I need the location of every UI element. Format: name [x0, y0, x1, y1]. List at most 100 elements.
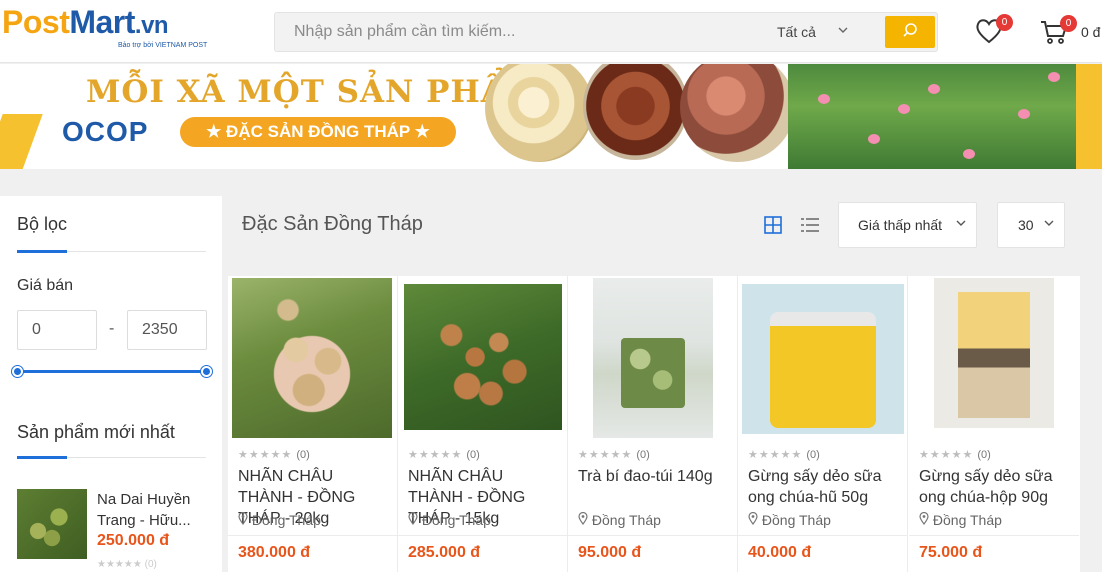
banner-title: MỖI XÃ MỘT SẢN PHẨM	[86, 74, 542, 110]
divider	[17, 456, 206, 459]
product-card[interactable]: ★★★★★ (0) Gừng sấy dẻo sữa ong chúa-hũ 50…	[738, 276, 908, 572]
grid-view-icon	[764, 216, 782, 238]
sort-value: Giá thấp nhất	[858, 217, 943, 233]
review-count: (0)	[296, 449, 310, 461]
cart-button[interactable]: 0	[1040, 15, 1077, 50]
ocop-text: OCOP	[62, 116, 149, 147]
chevron-down-icon	[837, 13, 849, 51]
logo-text: PostMart.vn	[2, 4, 227, 44]
logo-vn: .vn	[134, 12, 169, 39]
banner-decoration	[0, 114, 43, 169]
divider	[568, 535, 738, 536]
header: PostMart.vn Bảo trợ bởi VIETNAM POST Tất…	[0, 0, 1102, 63]
location-pin-icon	[919, 511, 929, 528]
banner-food-image	[680, 64, 795, 162]
wishlist-button[interactable]: 0	[975, 14, 1013, 48]
divider	[909, 535, 1079, 536]
product-location: Đồng Tháp	[238, 511, 321, 528]
search-bar: Tất cả	[274, 12, 938, 52]
banner-lotus-image	[788, 64, 1078, 169]
search-icon	[902, 22, 918, 43]
product-location: Đồng Tháp	[578, 511, 661, 528]
postmart-logo[interactable]: PostMart.vn Bảo trợ bởi VIETNAM POST	[2, 4, 227, 52]
stars-icon: ★★★★★	[578, 449, 633, 461]
newest-product-item[interactable]: Na Dai Huyền Trang - Hữu... 250.000 đ ★★…	[17, 489, 207, 570]
page-size-select[interactable]: 30	[997, 202, 1065, 248]
rating-stars: ★★★★★ (0)	[919, 448, 991, 461]
product-price: 40.000 đ	[748, 544, 812, 561]
location-text: Đồng Tháp	[761, 512, 831, 528]
banner-food-image	[583, 64, 688, 160]
product-name[interactable]: Gừng sấy dẻo sữa ong chúa-hộp 90g	[919, 466, 1071, 508]
banner-decoration	[1076, 64, 1102, 169]
sort-select[interactable]: Giá thấp nhất	[838, 202, 977, 248]
stars-icon: ★★★★★	[748, 449, 803, 461]
divider	[228, 535, 398, 536]
rating-stars: ★★★★★ (0)	[97, 559, 157, 570]
product-name[interactable]: Gừng sấy dẻo sữa ong chúa-hũ 50g	[748, 466, 900, 508]
search-button[interactable]	[885, 16, 935, 48]
promo-banner[interactable]: MỖI XÃ MỘT SẢN PHẨM OCOP ★ ĐẶC SẢN ĐỒNG …	[0, 64, 1102, 169]
product-image[interactable]	[742, 284, 904, 434]
category-title: Đặc Sản Đồng Tháp	[242, 213, 423, 235]
location-text: Đồng Tháp	[932, 512, 1002, 528]
search-category-label: Tất cả	[777, 24, 816, 40]
slider-handle-min[interactable]	[12, 366, 23, 377]
stars-icon: ★★★★★	[238, 449, 293, 461]
list-view-icon	[800, 218, 820, 238]
logo-mart: Mart	[69, 4, 135, 40]
location-pin-icon	[748, 511, 758, 528]
rating-stars: ★★★★★ (0)	[748, 448, 820, 461]
review-count: (0)	[636, 449, 650, 461]
stars-icon: ★★★★★	[97, 559, 142, 570]
price-max-input[interactable]: 2350	[127, 310, 207, 350]
heart-icon	[975, 19, 1003, 48]
search-input[interactable]	[275, 13, 755, 51]
stars-icon: ★★★★★	[919, 449, 974, 461]
price-separator: -	[109, 320, 115, 337]
divider	[398, 535, 568, 536]
product-location: Đồng Tháp	[919, 511, 1002, 528]
price-min-input[interactable]: 0	[17, 310, 97, 350]
product-name[interactable]: Trà bí đao-túi 140g	[578, 466, 730, 487]
price-slider[interactable]	[12, 366, 212, 377]
page-size-value: 30	[1018, 217, 1034, 233]
newest-products-title: Sản phẩm mới nhất	[17, 422, 175, 442]
chevron-down-icon	[955, 203, 967, 247]
slider-handle-max[interactable]	[201, 366, 212, 377]
product-card[interactable]: ★★★★★ (0) NHÃN CHÂU THÀNH - ĐỒNG THÁP - 1…	[398, 276, 568, 572]
cart-total: 0 đ	[1081, 24, 1101, 40]
product-image[interactable]	[934, 278, 1054, 428]
filter-sidebar: Bộ lọc Giá bán 0 - 2350 Sản phẩm mới nhấ…	[0, 196, 222, 572]
banner-food-image	[485, 64, 593, 162]
product-image[interactable]	[232, 278, 392, 438]
cart-icon	[1040, 21, 1068, 50]
list-view-button[interactable]	[800, 216, 820, 234]
logo-subtitle: Bảo trợ bởi VIETNAM POST	[118, 42, 208, 49]
location-pin-icon	[408, 511, 418, 528]
filter-title: Bộ lọc	[17, 214, 68, 234]
search-category-select[interactable]: Tất cả	[777, 13, 877, 51]
newest-product-name[interactable]: Na Dai Huyền Trang - Hữu...	[97, 489, 205, 531]
stars-icon: ★★★★★	[408, 449, 463, 461]
product-grid: ★★★★★ (0) NHÃN CHÂU THÀNH - ĐỒNG THÁP - 2…	[228, 276, 1080, 572]
location-pin-icon	[238, 511, 248, 528]
location-text: Đồng Tháp	[421, 512, 491, 528]
product-image[interactable]	[593, 278, 713, 438]
product-location: Đồng Tháp	[408, 511, 491, 528]
chevron-down-icon	[1043, 203, 1055, 247]
product-card[interactable]: ★★★★★ (0) Gừng sấy dẻo sữa ong chúa-hộp 9…	[909, 276, 1079, 572]
logo-post: Post	[2, 4, 70, 40]
divider	[17, 250, 206, 253]
product-card[interactable]: ★★★★★ (0) Trà bí đao-túi 140g Đồng Tháp 9…	[568, 276, 738, 572]
product-card[interactable]: ★★★★★ (0) NHÃN CHÂU THÀNH - ĐỒNG THÁP - 2…	[228, 276, 398, 572]
product-location: Đồng Tháp	[748, 511, 831, 528]
product-price: 95.000 đ	[578, 544, 642, 561]
product-price: 285.000 đ	[408, 544, 481, 561]
product-thumbnail[interactable]	[17, 489, 87, 559]
review-count: (0)	[977, 449, 991, 461]
grid-view-button[interactable]	[764, 216, 782, 234]
ocop-logo: OCOP	[62, 116, 148, 148]
product-image[interactable]	[404, 284, 562, 430]
wishlist-count-badge: 0	[996, 14, 1013, 31]
